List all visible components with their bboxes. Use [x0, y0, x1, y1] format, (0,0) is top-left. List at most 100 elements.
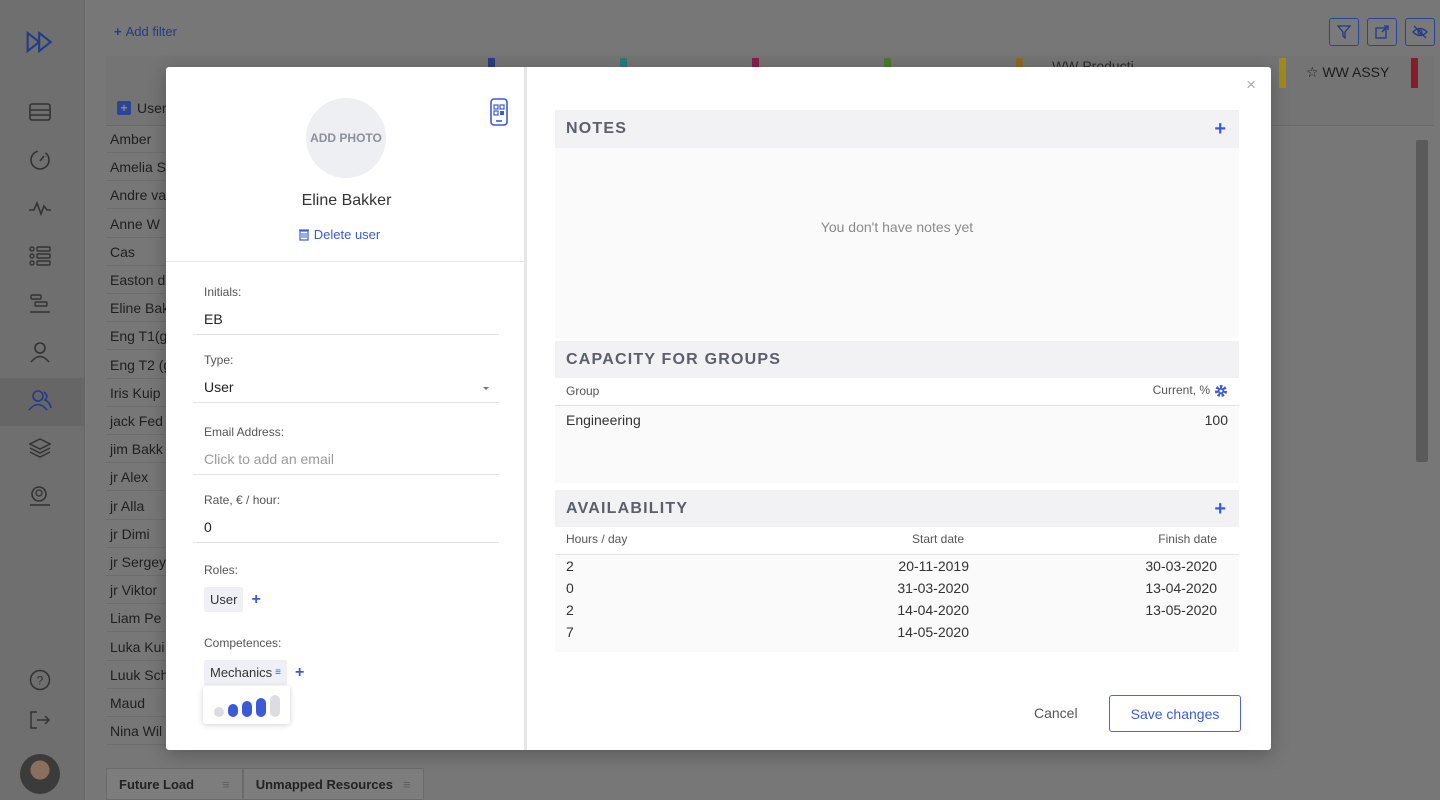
layers-icon[interactable] — [26, 434, 54, 462]
table-row[interactable]: Maud — [106, 689, 166, 717]
notes-empty-text: You don't have notes yet — [820, 219, 974, 235]
table-row[interactable]: 2 14-04-2020 13-05-2020 — [555, 602, 1239, 624]
add-availability-icon[interactable]: + — [1214, 498, 1226, 521]
table-row[interactable]: jr Dimi — [106, 520, 166, 548]
filter-icon[interactable] — [1329, 18, 1359, 46]
table-row[interactable]: jr Alla — [106, 492, 166, 520]
table-row[interactable]: Engineering 100 — [555, 412, 1239, 434]
email-input[interactable]: Click to add an email — [193, 439, 499, 475]
level-bar[interactable] — [228, 704, 238, 717]
table-row[interactable]: Amelia S — [106, 153, 166, 182]
table-row[interactable]: Luka Kui — [106, 633, 166, 661]
user-icon[interactable] — [26, 338, 54, 366]
list-icon[interactable] — [26, 242, 54, 270]
notes-body — [555, 148, 1239, 338]
toolbar — [1329, 18, 1435, 46]
level-bar[interactable] — [242, 701, 252, 717]
initials-input[interactable]: EB — [193, 299, 499, 335]
column-color-marker — [1411, 58, 1418, 88]
add-photo-button[interactable]: ADD PHOTO — [306, 98, 386, 178]
expand-icon[interactable]: + — [117, 101, 131, 115]
competences-label: Competences: — [204, 636, 282, 650]
tab-future-load[interactable]: Future Load ≡ — [106, 768, 243, 800]
availability-start: 14-05-2020 — [897, 624, 969, 640]
user-dialog: ADD PHOTO Eline Bakker Delete user Initi… — [166, 67, 1271, 750]
availability-finish: 30-03-2020 — [1145, 558, 1217, 574]
competence-level-picker[interactable] — [203, 686, 290, 724]
close-icon[interactable]: × — [1246, 75, 1256, 95]
availability-finish: 13-04-2020 — [1145, 580, 1217, 596]
gear-icon[interactable] — [1214, 384, 1228, 398]
competence-chip[interactable]: Mechanics ≡ — [204, 660, 287, 685]
add-filter-link[interactable]: + Add filter — [114, 24, 177, 39]
add-competence-icon[interactable]: + — [295, 664, 304, 680]
role-chip[interactable]: User — [204, 587, 244, 612]
availability-start: 31-03-2020 — [897, 580, 969, 596]
availability-start: 20-11-2019 — [898, 558, 969, 574]
table-row[interactable]: Amber — [106, 125, 166, 153]
table-row[interactable]: 0 31-03-2020 13-04-2020 — [555, 580, 1239, 602]
table-row[interactable]: Liam Pe — [106, 604, 166, 633]
user-column-header[interactable]: + User — [117, 100, 167, 116]
col-start: Start date — [912, 532, 965, 546]
avatar[interactable] — [20, 754, 60, 794]
add-note-icon[interactable]: + — [1214, 118, 1226, 141]
column-header-ww-assy[interactable]: ☆ WW ASSY — [1306, 64, 1389, 81]
vertical-scrollbar[interactable] — [1416, 140, 1428, 462]
table-row[interactable]: Eng T1(g — [106, 322, 166, 351]
delete-user-link[interactable]: Delete user — [166, 227, 512, 242]
table-row[interactable]: Eline Bak — [106, 294, 166, 323]
team-icon[interactable] — [26, 386, 54, 414]
table-row[interactable]: Easton d — [106, 266, 166, 294]
table-row[interactable]: Andre va — [106, 181, 166, 210]
mobile-qr-icon[interactable] — [490, 98, 508, 131]
rate-input[interactable]: 0 — [193, 507, 499, 543]
availability-hours: 0 — [566, 580, 574, 596]
availability-hours: 2 — [566, 602, 574, 618]
type-select[interactable]: User — [193, 367, 499, 403]
tab-unmapped-resources[interactable]: Unmapped Resources ≡ — [242, 768, 424, 800]
table-row[interactable]: 7 14-05-2020 — [555, 624, 1239, 646]
level-bar[interactable] — [214, 707, 224, 717]
profile-pane: ADD PHOTO Eline Bakker Delete user Initi… — [166, 67, 527, 750]
table-row[interactable]: jr Alex — [106, 463, 166, 492]
dashboard-icon[interactable] — [26, 146, 54, 174]
email-field: Email Address: Click to add an email — [193, 425, 499, 475]
table-row[interactable]: Nina Wil — [106, 717, 166, 746]
table-row[interactable]: jim Bakk — [106, 435, 166, 464]
activity-icon[interactable] — [26, 194, 54, 222]
table-row[interactable]: Luuk Sch — [106, 661, 166, 689]
export-icon[interactable] — [1367, 18, 1397, 46]
add-role-icon[interactable]: + — [251, 591, 260, 607]
table-row[interactable]: Anne W — [106, 210, 166, 238]
table-row[interactable]: jack Fed — [106, 407, 166, 435]
cancel-button[interactable]: Cancel — [1034, 705, 1078, 721]
table-row[interactable]: jr Viktor — [106, 576, 166, 605]
rate-label: Rate, € / hour: — [204, 493, 281, 507]
table-row[interactable]: Cas — [106, 238, 166, 266]
table-row[interactable]: 2 20-11-2019 30-03-2020 — [555, 558, 1239, 580]
logo-icon[interactable] — [26, 28, 54, 56]
table-row[interactable]: Iris Kuip — [106, 379, 166, 407]
hide-icon[interactable] — [1405, 18, 1435, 46]
capacity-title: CAPACITY FOR GROUPS — [566, 351, 782, 368]
gantt-icon[interactable] — [26, 290, 54, 318]
availability-header: AVAILABILITY + — [555, 490, 1239, 528]
availability-start: 14-04-2020 — [897, 602, 969, 618]
table-row[interactable]: Eng T2 (g — [106, 351, 166, 379]
capacity-header: CAPACITY FOR GROUPS — [555, 341, 1239, 379]
column-color-marker — [1279, 58, 1286, 88]
table-row[interactable]: jr Sergey — [106, 548, 166, 576]
level-bar[interactable] — [270, 695, 280, 717]
col-hours: Hours / day — [566, 532, 628, 546]
availability-finish: 13-05-2020 — [1145, 602, 1217, 618]
col-current: Current, % — [1153, 383, 1228, 398]
level-bar[interactable] — [256, 698, 266, 717]
logout-icon[interactable] — [26, 706, 54, 734]
search-people-icon[interactable] — [26, 482, 54, 510]
help-icon[interactable]: ? — [26, 666, 54, 694]
col-finish: Finish date — [1158, 532, 1217, 546]
availability-title: AVAILABILITY — [566, 500, 689, 517]
save-button[interactable]: Save changes — [1109, 695, 1241, 732]
projects-icon[interactable] — [26, 98, 54, 126]
